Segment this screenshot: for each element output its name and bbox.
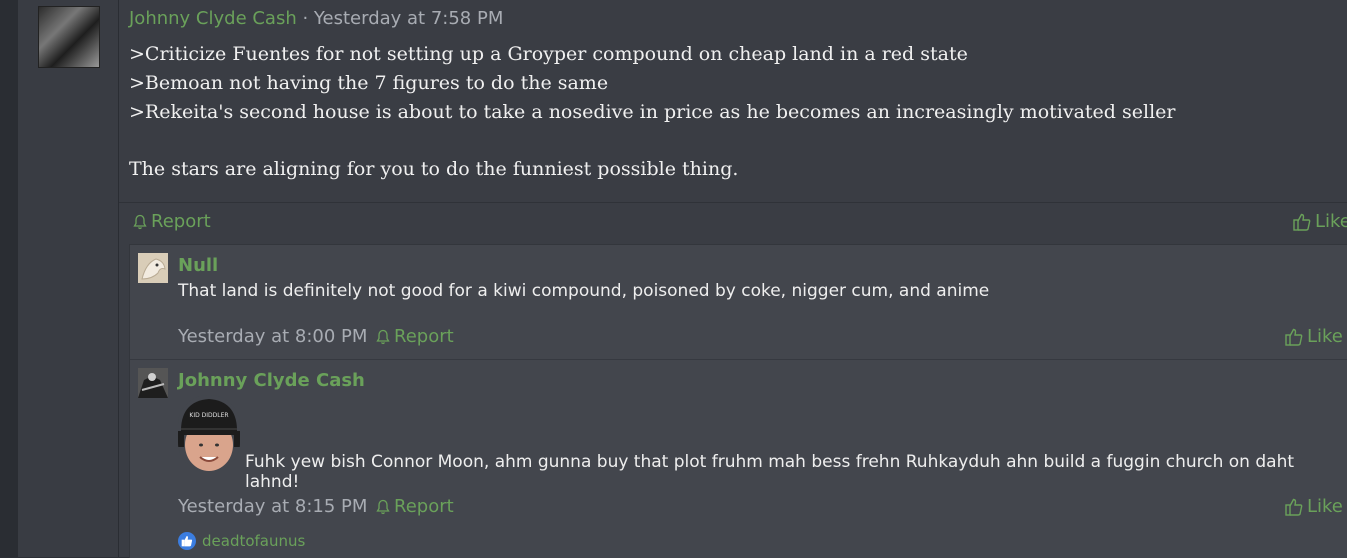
post-timestamp[interactable]: Yesterday at 7:58 PM (314, 8, 503, 29)
bell-icon (376, 499, 390, 514)
post-author-avatar[interactable] (38, 6, 100, 68)
reply-timestamp[interactable]: Yesterday at 8:00 PM (178, 326, 367, 347)
report-label: Report (394, 326, 454, 347)
thumbs-up-icon (1285, 328, 1303, 346)
post-body: >Criticize Fuentes for not setting up a … (129, 40, 1329, 184)
bell-icon (133, 214, 147, 229)
like-reaction-icon (178, 532, 196, 550)
post-closing-line: The stars are aligning for you to do the… (129, 158, 739, 180)
left-gutter (0, 0, 18, 557)
report-button[interactable]: Report (376, 496, 454, 517)
user-column (18, 0, 119, 557)
reply-text: Fuhk yew bish Connor Moon, ahm gunna buy… (245, 452, 1295, 492)
greentext-line: >Rekeita's second house is about to take… (129, 101, 1176, 123)
greentext-line: >Bemoan not having the 7 figures to do t… (129, 72, 609, 94)
reaction-summary[interactable]: deadtofaunus (178, 532, 305, 550)
report-label: Report (394, 496, 454, 517)
header-separator: · (296, 8, 314, 29)
reply-text: That land is definitely not good for a k… (178, 281, 990, 301)
like-label: Like (1307, 496, 1343, 517)
report-button[interactable]: Report (133, 211, 211, 232)
bell-icon (376, 329, 390, 344)
reply-avatar-johnny[interactable] (138, 368, 168, 398)
report-button[interactable]: Report (376, 326, 454, 347)
reply-author-name[interactable]: Null (178, 255, 218, 276)
greentext-line: >Criticize Fuentes for not setting up a … (129, 43, 968, 65)
post-author-name[interactable]: Johnny Clyde Cash (129, 8, 297, 29)
thumbs-up-icon (1285, 498, 1303, 516)
thumbs-up-icon (1293, 213, 1311, 231)
forum-post: Johnny Clyde Cash · Yesterday at 7:58 PM… (119, 0, 1347, 558)
post-header: Johnny Clyde Cash · Yesterday at 7:58 PM (129, 8, 503, 29)
reply-author-name[interactable]: Johnny Clyde Cash (178, 370, 365, 391)
reply-divider (130, 359, 1347, 360)
report-label: Report (151, 211, 211, 232)
reply-timestamp[interactable]: Yesterday at 8:15 PM (178, 496, 367, 517)
reply-avatar-null[interactable] (138, 253, 168, 283)
hat-caption: KID DIDDLER (189, 412, 228, 419)
reaction-user[interactable]: deadtofaunus (202, 532, 305, 550)
replies-container: Null That land is definitely not good fo… (129, 244, 1347, 558)
embedded-image[interactable]: KID DIDDLER (178, 395, 240, 471)
like-label: Like (1307, 326, 1343, 347)
like-button[interactable]: Like (1285, 326, 1343, 347)
like-label: Like (1315, 211, 1347, 232)
like-button[interactable]: Like (1285, 496, 1343, 517)
post-footer: Report Like (119, 202, 1347, 243)
like-button[interactable]: Like (1293, 211, 1347, 232)
